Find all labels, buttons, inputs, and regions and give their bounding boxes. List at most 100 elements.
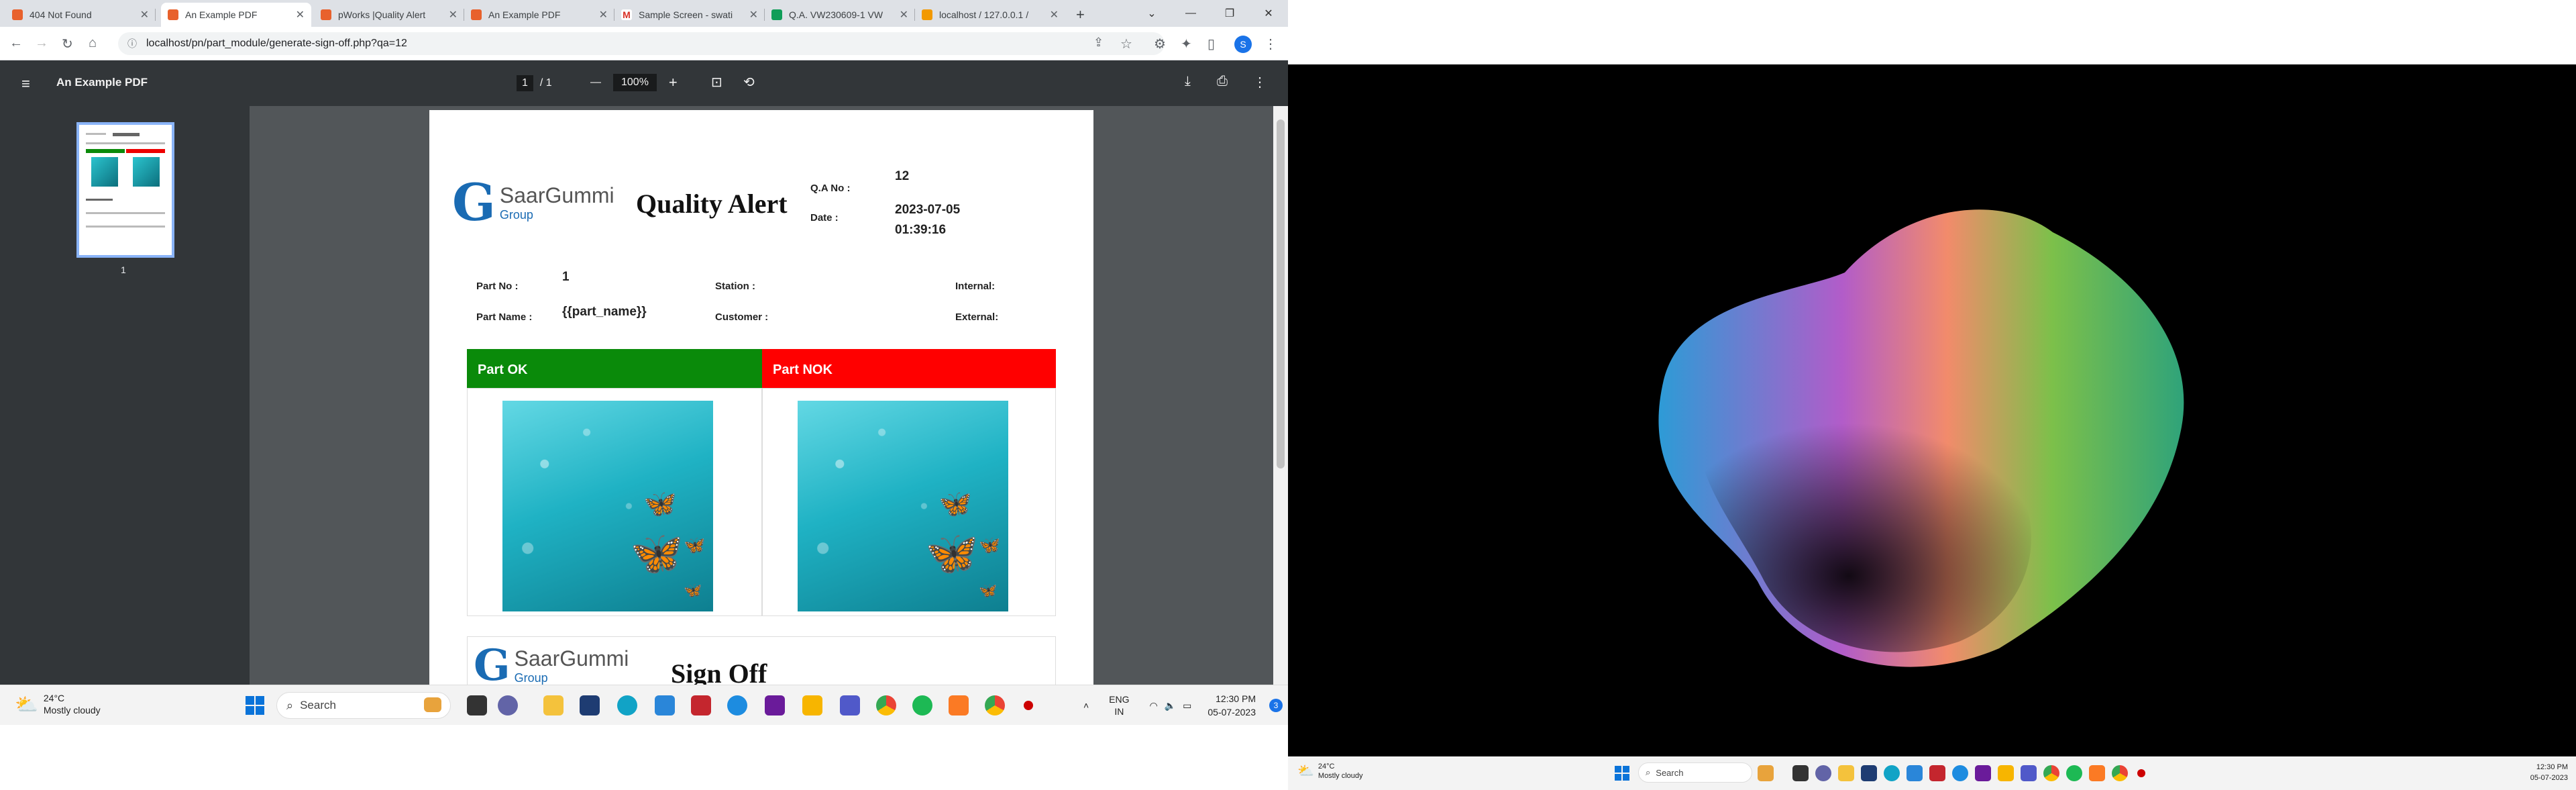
clock[interactable]: 12:30 PM 05-07-2023 (1208, 692, 1256, 719)
edge-icon[interactable] (1884, 765, 1900, 781)
restore-icon[interactable]: ❐ (1210, 0, 1249, 27)
weather-text: Mostly cloudy (1318, 772, 1363, 780)
language[interactable]: ENG (1109, 693, 1129, 705)
notification-badge[interactable]: 3 (1269, 699, 1283, 712)
chrome-active-icon[interactable] (985, 695, 1005, 715)
app-purple-icon[interactable] (765, 695, 785, 715)
xampp-icon[interactable] (2089, 765, 2105, 781)
close-window-icon[interactable]: ✕ (1249, 0, 1288, 27)
file-explorer-icon[interactable] (1838, 765, 1854, 781)
app-red-icon[interactable] (691, 695, 711, 715)
internal-label: Internal: (955, 281, 996, 292)
info-icon[interactable]: ⓘ (127, 37, 137, 50)
task-view-icon[interactable] (467, 695, 487, 715)
chest-icon[interactable] (1758, 765, 1774, 781)
start-button[interactable] (246, 696, 264, 715)
forward-icon[interactable]: → (35, 36, 48, 51)
xampp-icon[interactable] (949, 695, 969, 715)
spotify-icon[interactable] (2066, 765, 2082, 781)
more-options-icon[interactable]: ⋮ (1253, 74, 1267, 91)
chat-icon[interactable] (1815, 765, 1831, 781)
fit-page-icon[interactable]: ⊡ (711, 74, 722, 91)
station-label: Station : (715, 281, 755, 292)
teams-icon[interactable] (2021, 765, 2037, 781)
home-icon[interactable]: ⌂ (89, 36, 97, 51)
close-icon[interactable]: ✕ (296, 8, 305, 21)
weather-widget-2[interactable]: ⛅ 24°C Mostly cloudy (1297, 762, 1363, 781)
teams-icon[interactable] (840, 695, 860, 715)
hamburger-menu-icon[interactable]: ≡ (21, 75, 30, 93)
scrollbar-thumb[interactable] (1277, 119, 1285, 468)
wifi-icon[interactable]: ◠ (1149, 700, 1157, 711)
new-tab-button[interactable]: + (1069, 3, 1096, 27)
task-view-icon[interactable] (1792, 765, 1809, 781)
app-red-icon[interactable] (1929, 765, 1945, 781)
minimize-icon[interactable]: — (1171, 0, 1210, 27)
chrome-icon[interactable] (2043, 765, 2059, 781)
pdf-scrollbar[interactable] (1273, 106, 1288, 685)
tab-404[interactable]: 404 Not Found ✕ (5, 3, 156, 27)
close-icon[interactable]: ✕ (1050, 8, 1059, 21)
close-icon[interactable]: ✕ (749, 8, 758, 21)
app-yellow-icon[interactable] (802, 695, 822, 715)
tab-quality-alert[interactable]: pWorks |Quality Alert ✕ (314, 3, 464, 27)
address-bar[interactable]: ⓘ localhost/pn/part_module/generate-sign… (118, 32, 1165, 55)
app-yellow-icon[interactable] (1998, 765, 2014, 781)
extension-icon[interactable]: ⚙ (1154, 36, 1166, 52)
tab-title: An Example PDF (488, 9, 561, 20)
zoom-input[interactable]: 100% (613, 74, 657, 91)
volume-icon[interactable]: 🔈 (1165, 700, 1176, 711)
reload-icon[interactable]: ↻ (62, 36, 73, 52)
app-blue-icon[interactable] (727, 695, 747, 715)
chest-icon[interactable] (424, 697, 441, 712)
tab-example-pdf-2[interactable]: An Example PDF ✕ (464, 3, 614, 27)
edge-icon[interactable] (617, 695, 637, 715)
chrome-icon[interactable] (876, 695, 896, 715)
start-button-2[interactable] (1615, 766, 1629, 781)
chrome-active-icon[interactable] (2112, 765, 2128, 781)
close-icon[interactable]: ✕ (449, 8, 458, 21)
tab-qa-sheet[interactable]: Q.A. VW230609-1 VW ✕ (765, 3, 915, 27)
spotify-icon[interactable] (912, 695, 932, 715)
app-blue-icon[interactable] (1952, 765, 1968, 781)
chevron-up-icon[interactable]: ˄ (1083, 700, 1089, 711)
tab-sample-screen[interactable]: M Sample Screen - swati ✕ (614, 3, 765, 27)
close-icon[interactable]: ✕ (900, 8, 908, 21)
clock-2[interactable]: 12:30 PM 05-07-2023 (2530, 762, 2568, 783)
taskbar-search-2[interactable]: ⌕ Search (1638, 762, 1752, 783)
profile-avatar[interactable]: S (1234, 36, 1252, 53)
close-icon[interactable]: ✕ (599, 8, 608, 21)
app-icon[interactable] (580, 695, 600, 715)
chat-icon[interactable] (498, 695, 518, 715)
secondary-taskbar: ⛅ 24°C Mostly cloudy ⌕ Search 12:30 PM 0… (1288, 756, 2576, 790)
print-icon[interactable]: ⎙ (1217, 74, 1228, 89)
record-icon[interactable] (1024, 701, 1033, 710)
zoom-out-icon[interactable]: — (590, 77, 601, 89)
share-icon[interactable]: ⇪ (1093, 36, 1104, 50)
app-icon[interactable] (1861, 765, 1877, 781)
back-icon[interactable]: ← (9, 36, 23, 51)
weather-widget[interactable]: ⛅ 24°C Mostly cloudy (15, 692, 101, 716)
close-icon[interactable]: ✕ (140, 8, 149, 21)
vscode-icon[interactable] (655, 695, 675, 715)
app-purple-icon[interactable] (1975, 765, 1991, 781)
page-number-input[interactable]: 1 (517, 75, 533, 91)
bookmark-star-icon[interactable]: ☆ (1120, 36, 1132, 52)
kebab-menu-icon[interactable]: ⋮ (1264, 36, 1277, 52)
file-explorer-icon[interactable] (543, 695, 564, 715)
tab-search-icon[interactable]: ⌄ (1132, 0, 1171, 27)
sheets-icon (771, 9, 782, 20)
puzzle-icon[interactable]: ✦ (1181, 36, 1192, 52)
rotate-icon[interactable]: ⟲ (743, 74, 755, 91)
page-thumbnail[interactable] (76, 122, 174, 258)
zoom-in-icon[interactable]: + (669, 74, 678, 91)
sidepanel-icon[interactable]: ▯ (1208, 36, 1215, 52)
vscode-icon[interactable] (1907, 765, 1923, 781)
tab-phpmyadmin[interactable]: localhost / 127.0.0.1 / ✕ (915, 3, 1065, 27)
tab-example-pdf-active[interactable]: An Example PDF ✕ (161, 3, 311, 27)
logo-mark-icon: G (452, 172, 496, 232)
record-icon[interactable] (2137, 769, 2145, 777)
primary-monitor: 404 Not Found ✕ An Example PDF ✕ pWorks … (0, 0, 1288, 725)
battery-icon[interactable]: ▭ (1183, 700, 1191, 711)
download-icon[interactable]: ⤓ (1185, 74, 1191, 89)
